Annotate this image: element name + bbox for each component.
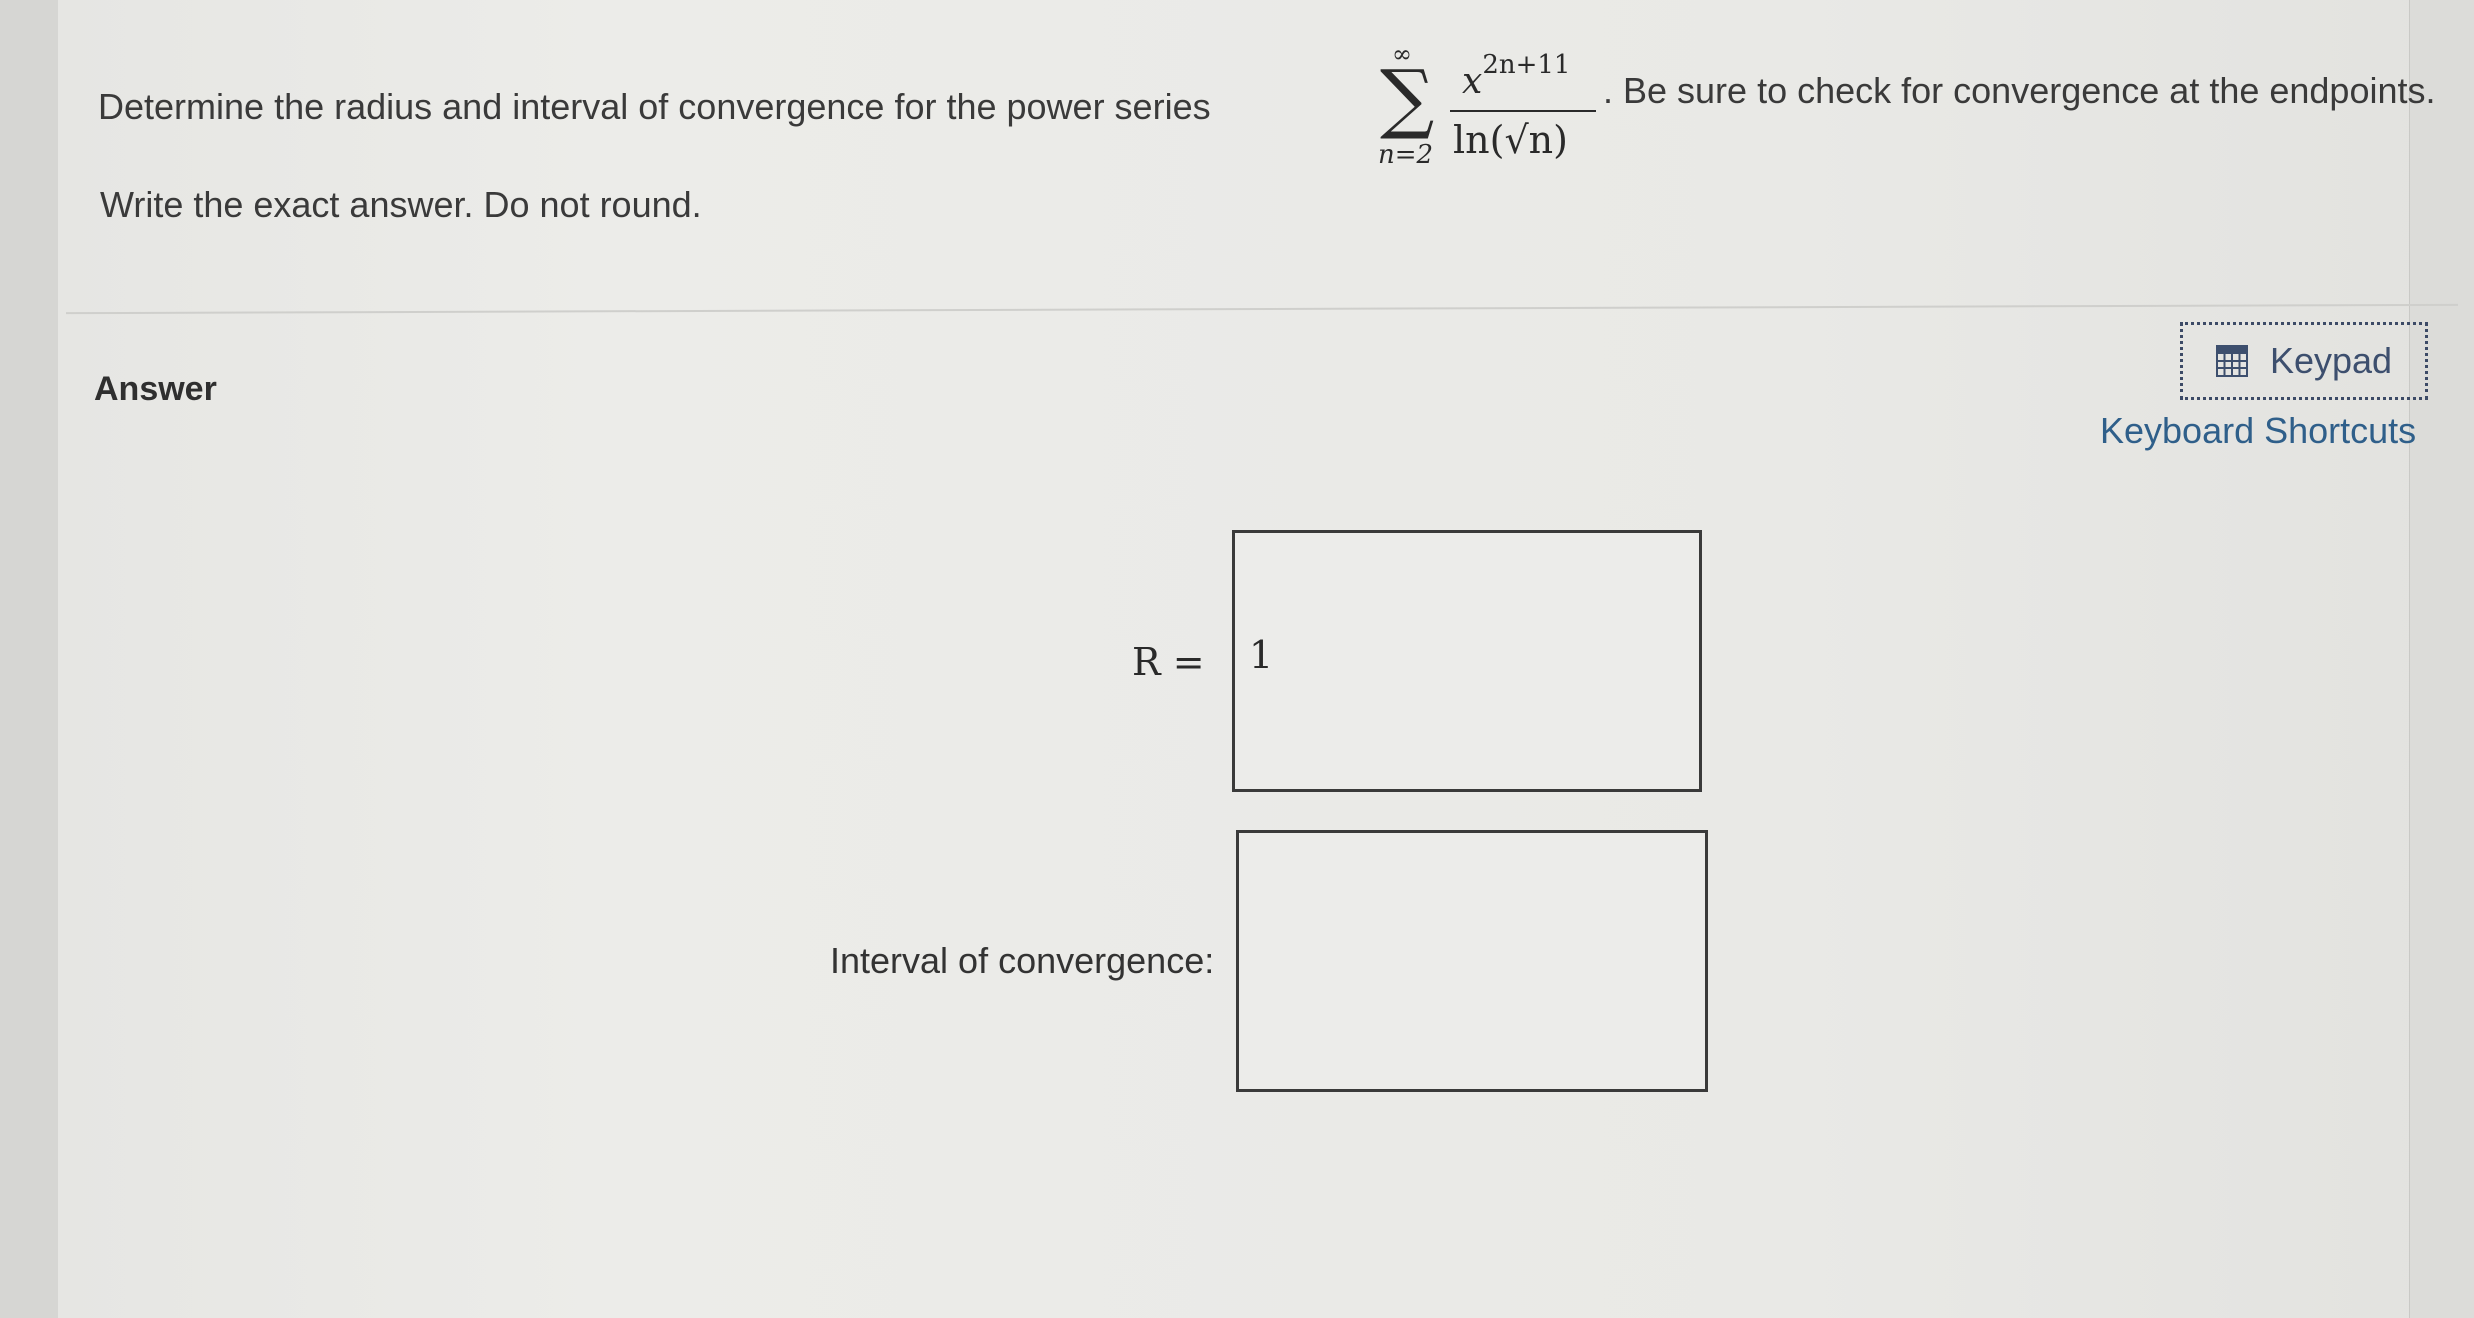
page: Determine the radius and interval of con… bbox=[0, 0, 2474, 1318]
answer-heading: Answer bbox=[94, 370, 217, 408]
keyboard-shortcuts-link[interactable]: Keyboard Shortcuts bbox=[2100, 410, 2416, 452]
sigma-symbol: ∑ bbox=[1380, 53, 1435, 142]
denominator: ln(√n) bbox=[1453, 118, 1568, 162]
question-instruction: Write the exact answer. Do not round. bbox=[100, 184, 702, 225]
section-divider bbox=[66, 303, 2458, 315]
keypad-button[interactable]: Keypad bbox=[2180, 322, 2428, 400]
numerator: x2n+11 bbox=[1462, 50, 1570, 102]
sum-lower-limit: n=2 bbox=[1378, 140, 1434, 170]
radius-value: 1 bbox=[1249, 633, 1274, 677]
numerator-exponent: 2n+11 bbox=[1482, 50, 1571, 80]
interval-label: Interval of convergence: bbox=[830, 940, 1215, 981]
calculator-icon bbox=[2215, 345, 2248, 377]
left-gutter bbox=[0, 0, 58, 1318]
question-prefix: Determine the radius and interval of con… bbox=[98, 86, 1211, 127]
radius-label: R = bbox=[1132, 640, 1205, 684]
power-series-formula: ∞ ∑ n=2 x2n+11 ln(√n) bbox=[1278, 40, 1618, 180]
question-suffix: . Be sure to check for convergence at th… bbox=[1603, 70, 2436, 111]
fraction-bar bbox=[1450, 110, 1596, 112]
radius-input[interactable]: 1 bbox=[1232, 530, 1702, 792]
right-scrollbar[interactable] bbox=[2409, 0, 2474, 1318]
keypad-label: Keypad bbox=[2269, 340, 2393, 381]
numerator-base: x bbox=[1462, 61, 1483, 102]
interval-input[interactable] bbox=[1236, 830, 1708, 1092]
